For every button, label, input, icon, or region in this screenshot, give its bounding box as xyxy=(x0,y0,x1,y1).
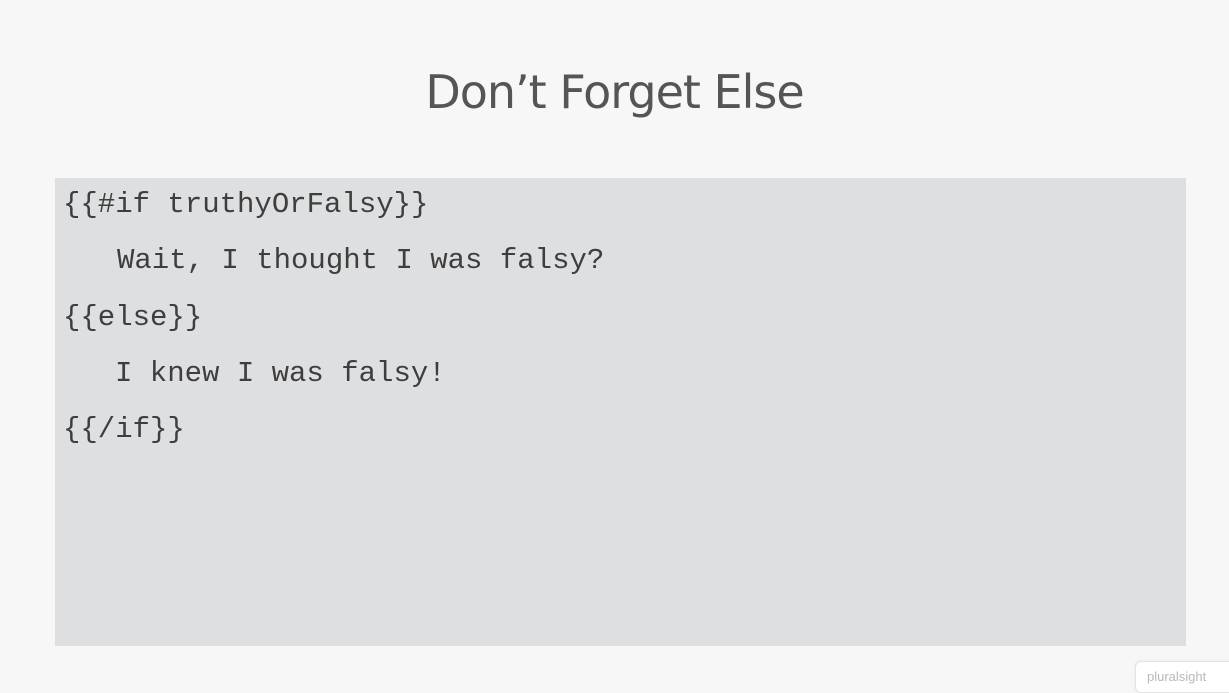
code-line-truthy-body: Wait, I thought I was falsy? xyxy=(117,244,605,277)
pluralsight-watermark: pluralsight xyxy=(1135,661,1229,693)
code-line-if-open: {{#if truthyOrFalsy}} xyxy=(63,188,429,221)
slide-title: Don’t Forget Else xyxy=(425,65,804,119)
watermark-label: pluralsight xyxy=(1147,669,1207,684)
code-line-falsy-body: I knew I was falsy! xyxy=(115,357,446,390)
code-line-if-close: {{/if}} xyxy=(63,413,185,446)
code-block: {{#if truthyOrFalsy}} Wait, I thought I … xyxy=(55,178,1186,646)
code-line-else: {{else}} xyxy=(63,301,203,334)
